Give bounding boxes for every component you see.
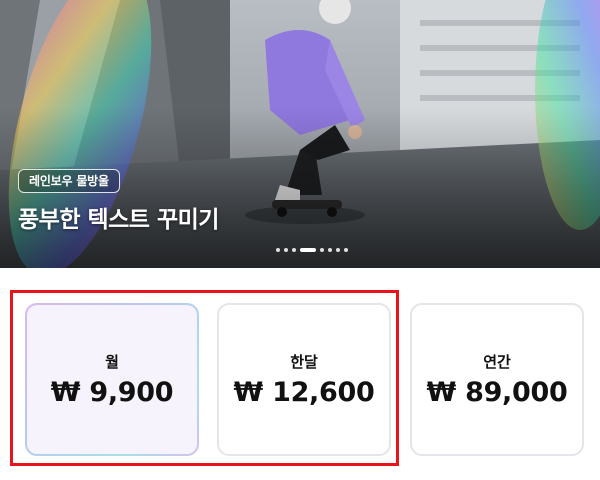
plan-price: ₩ 12,600 xyxy=(233,377,375,408)
hero-banner[interactable]: 레인보우 물방울 풍부한 텍스트 꾸미기 xyxy=(0,0,600,268)
carousel-dot[interactable] xyxy=(328,248,332,252)
plan-name: 월 xyxy=(105,353,119,371)
carousel-dot[interactable] xyxy=(344,248,348,252)
carousel-dot[interactable] xyxy=(336,248,340,252)
plan-card-monthly[interactable]: 월 ₩ 9,900 xyxy=(25,303,199,456)
carousel-dot[interactable] xyxy=(292,248,296,252)
plan-name: 한달 xyxy=(290,353,318,371)
plan-card-annual[interactable]: 연간 ₩ 89,000 xyxy=(410,303,584,456)
carousel-pagination[interactable] xyxy=(276,246,348,254)
subscription-page: 레인보우 물방울 풍부한 텍스트 꾸미기 월 ₩ 9,900 한달 ₩ 12,6… xyxy=(0,0,600,480)
hero-title: 풍부한 텍스트 꾸미기 xyxy=(18,207,219,233)
carousel-dot[interactable] xyxy=(276,248,280,252)
carousel-dot[interactable] xyxy=(284,248,288,252)
plan-price: ₩ 9,900 xyxy=(50,377,174,408)
plan-card-one-month[interactable]: 한달 ₩ 12,600 xyxy=(217,303,391,456)
carousel-dot[interactable] xyxy=(320,248,324,252)
plan-price: ₩ 89,000 xyxy=(426,377,568,408)
plan-name: 연간 xyxy=(483,353,511,371)
hero-tag-badge: 레인보우 물방울 xyxy=(18,169,120,193)
carousel-dot-active[interactable] xyxy=(300,248,316,252)
